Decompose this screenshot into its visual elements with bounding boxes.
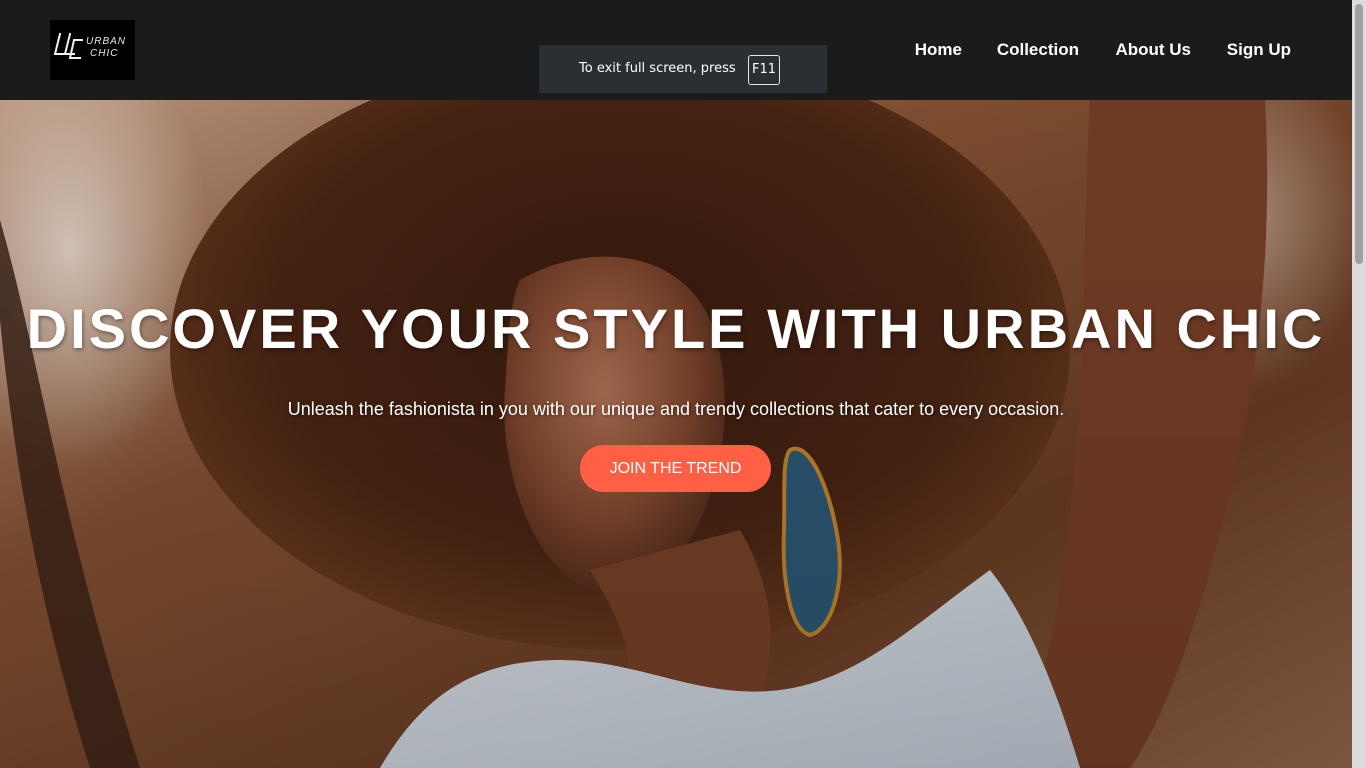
logo-line-1: URBAN: [86, 36, 127, 47]
hero-background-image: [0, 100, 1352, 768]
hero-section: DISCOVER YOUR STYLE WITH URBAN CHIC Unle…: [0, 100, 1352, 768]
nav-about-us[interactable]: About Us: [1115, 40, 1191, 60]
page-scrollbar[interactable]: [1352, 0, 1366, 768]
scrollbar-thumb[interactable]: [1355, 4, 1363, 264]
hero-title: DISCOVER YOUR STYLE WITH URBAN CHIC: [26, 297, 1326, 360]
logo-wordmark: URBAN CHIC: [86, 36, 134, 60]
page: URBAN CHIC Home Collection About Us Sign…: [0, 0, 1366, 768]
hero-subtitle: Unleash the fashionista in you with our …: [287, 399, 1065, 419]
nav-home[interactable]: Home: [915, 40, 962, 60]
brand-logo[interactable]: URBAN CHIC: [50, 20, 135, 80]
f11-key-badge: F11: [748, 55, 780, 85]
fullscreen-exit-notice: To exit full screen, press F11: [539, 45, 827, 93]
join-the-trend-button[interactable]: JOIN THE TREND: [580, 445, 771, 492]
fullscreen-notice-text: To exit full screen, press: [579, 61, 736, 76]
nav-collection[interactable]: Collection: [997, 40, 1079, 60]
logo-line-2: CHIC: [90, 48, 119, 59]
nav-sign-up[interactable]: Sign Up: [1227, 40, 1291, 60]
